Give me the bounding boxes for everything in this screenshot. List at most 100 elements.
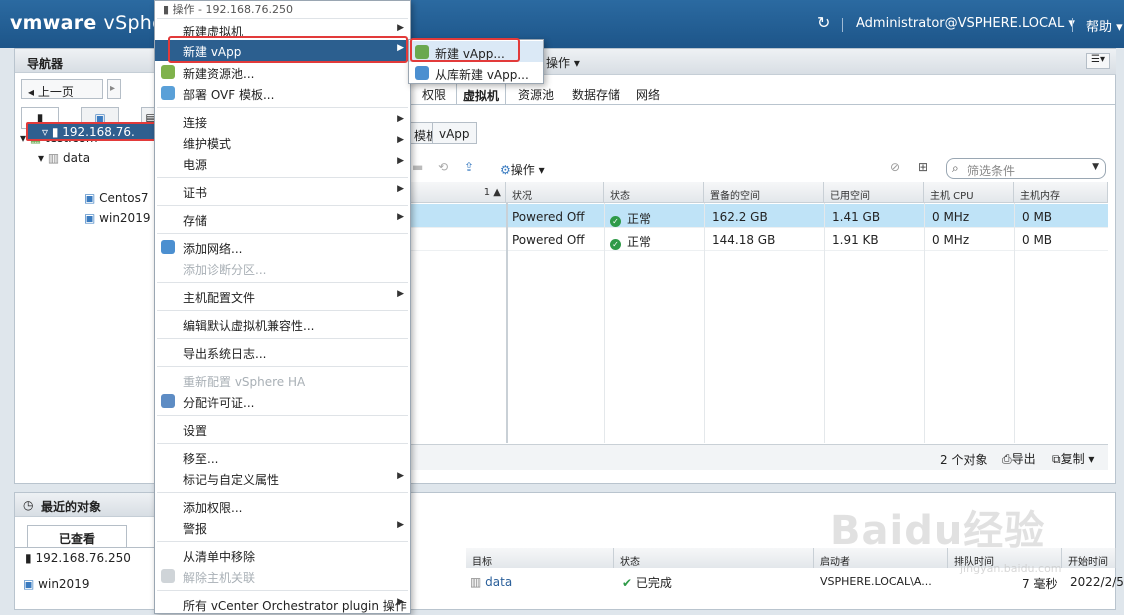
export-button[interactable]: ⎙导出 — [1002, 450, 1036, 467]
panel-menu-icon[interactable]: ☰▾ — [1086, 53, 1110, 69]
cell-cpu: 0 MHz — [932, 233, 970, 247]
disconnect-icon — [161, 569, 175, 583]
menu-alarms[interactable]: 警报 ▶ — [155, 517, 410, 538]
menu-add-diagnostic-partition[interactable]: 添加诊断分区... — [155, 258, 410, 279]
menu-tags-attributes[interactable]: 标记与自定义属性 ▶ — [155, 468, 410, 489]
menu-add-permission[interactable]: 添加权限... — [155, 496, 410, 517]
col-host-memory[interactable]: 主机内存 — [1014, 182, 1108, 203]
migrate-icon[interactable]: ⟲ — [438, 160, 448, 174]
tab-viewed[interactable]: 已查看 — [27, 525, 127, 547]
menu-power[interactable]: 电源 ▶ — [155, 153, 410, 174]
task-status: ✔ 已完成 — [622, 576, 672, 590]
menu-move-to[interactable]: 移至... — [155, 447, 410, 468]
cell-cpu: 0 MHz — [932, 210, 970, 224]
object-count: 2 个对象 — [940, 453, 988, 467]
col-task-status[interactable]: 状态 — [614, 548, 814, 568]
vm-icon: ▣ — [84, 211, 96, 225]
menu-export-logs[interactable]: 导出系统日志... — [155, 342, 410, 363]
copy-icon: ⧉ — [1052, 452, 1061, 466]
refresh-icon[interactable]: ↻ — [817, 13, 830, 32]
menu-host-profiles[interactable]: 主机配置文件 ▶ — [155, 286, 410, 307]
cell-status: ✓ 正常 — [604, 205, 651, 228]
menu-orchestrator-actions[interactable]: 所有 vCenter Orchestrator plugin 操作 ▶ — [155, 594, 410, 615]
col-start[interactable]: 开始时间 — [1062, 548, 1116, 568]
recent-item-host[interactable]: ▮ 192.168.76.250 — [25, 551, 131, 565]
divider — [15, 547, 158, 548]
tab-datastores[interactable]: 数据存储 — [566, 83, 626, 105]
chevron-right-icon: ▶ — [397, 184, 404, 194]
tree-item-selected-host[interactable]: ▿ ▮ 192.168.76. — [26, 122, 156, 141]
forward-button[interactable]: ▸ — [107, 79, 121, 99]
tab-resource-pools[interactable]: 资源池 — [512, 83, 560, 105]
col-name[interactable]: 1 ▲ — [408, 182, 506, 203]
menu-certificates[interactable]: 证书 ▶ — [155, 181, 410, 202]
menu-new-resource-pool[interactable]: 新建资源池... — [155, 62, 410, 83]
divider — [157, 541, 408, 542]
chevron-right-icon: ▶ — [397, 597, 404, 607]
divider — [1072, 18, 1073, 32]
col-used[interactable]: 已用空间 — [824, 182, 924, 203]
task-target[interactable]: ▥ data — [470, 575, 512, 589]
network-icon — [161, 240, 175, 254]
col-target[interactable]: 目标 — [466, 548, 614, 568]
cell-used: 1.41 GB — [832, 210, 881, 224]
menu-connection[interactable]: 连接 ▶ — [155, 111, 410, 132]
recent-item-vm[interactable]: ▣ win2019 — [23, 577, 89, 591]
user-menu[interactable]: Administrator@VSPHERE.LOCAL ▾ — [856, 16, 1075, 31]
cell-status: ✓ 正常 — [604, 228, 651, 251]
columns-icon[interactable]: ⊞ — [918, 160, 928, 174]
vm-icon: ▣ — [23, 577, 35, 591]
tree-item-win2019[interactable]: ▣ win2019 — [84, 211, 150, 225]
tab-networks[interactable]: 网络 — [630, 83, 666, 105]
actions-dropdown[interactable]: ⚙操作 ▾ — [500, 161, 545, 178]
col-host-cpu[interactable]: 主机 CPU — [924, 182, 1014, 203]
menu-reconfigure-ha[interactable]: 重新配置 vSphere HA — [155, 370, 410, 391]
task-queued: 7 毫秒 — [1022, 577, 1058, 591]
submenu-vapp-from-library[interactable]: 从库新建 vApp... — [409, 62, 543, 83]
divider — [157, 107, 408, 108]
menu-deploy-ovf[interactable]: 部署 OVF 模板... — [155, 83, 410, 104]
ovf-icon — [161, 86, 175, 100]
vm-icon: ▣ — [84, 191, 96, 205]
chevron-right-icon: ▶ — [397, 135, 404, 145]
menu-add-network[interactable]: 添加网络... — [155, 237, 410, 258]
menu-disconnect-host[interactable]: 解除主机关联 — [155, 566, 410, 587]
menu-settings[interactable]: 设置 — [155, 419, 410, 440]
chevron-down-icon: ▼ — [1092, 162, 1099, 172]
col-provisioned[interactable]: 置备的空间 — [704, 182, 824, 203]
divider — [157, 443, 408, 444]
watermark: Baidu经验 — [830, 508, 1046, 554]
menu-maintenance[interactable]: 维护模式 ▶ — [155, 132, 410, 153]
tree-item-centos7[interactable]: ▣ Centos7 — [84, 191, 148, 205]
divider — [157, 205, 408, 206]
tree-item-data[interactable]: ▾ ▥ data — [38, 151, 90, 165]
tab-permissions[interactable]: 权限 — [416, 83, 452, 105]
divider — [1014, 203, 1015, 443]
back-button[interactable]: ◂ 上一页 — [21, 79, 103, 99]
chevron-right-icon: ▶ — [397, 471, 404, 481]
export-icon: ⎙ — [1002, 452, 1012, 466]
tab-vms[interactable]: 虚拟机 — [456, 83, 507, 105]
col-condition[interactable]: 状况 — [506, 182, 604, 203]
console-icon[interactable]: ▬ — [412, 160, 423, 174]
host-icon: ▮ — [51, 125, 59, 139]
check-icon: ✓ — [610, 239, 621, 250]
menu-remove-inventory[interactable]: 从清单中移除 — [155, 545, 410, 566]
subtab-vapp[interactable]: vApp — [432, 122, 477, 144]
divider — [157, 233, 408, 234]
help-menu[interactable]: 帮助 ▾ — [1086, 16, 1123, 35]
copy-button[interactable]: ⧉复制 ▾ — [1052, 450, 1094, 467]
table-footer: 2 个对象 ⎙导出 ⧉复制 ▾ — [408, 444, 1108, 470]
filter-input[interactable]: ⌕ 筛选条件 ▼ — [946, 158, 1106, 179]
menu-edit-vm-compat[interactable]: 编辑默认虚拟机兼容性... — [155, 314, 410, 335]
clear-filter-icon[interactable]: ⊘ — [890, 160, 900, 174]
col-status[interactable]: 状态 — [604, 182, 704, 203]
recent-objects-panel: 最近的对象 ◷ 已查看 ▮ 192.168.76.250 ▣ win2019 — [14, 492, 159, 610]
datacenter-icon: ▥ — [470, 575, 482, 589]
search-icon: ⌕ — [952, 161, 959, 175]
divider — [157, 415, 408, 416]
header-actions-menu[interactable]: 操作 ▾ — [546, 54, 580, 71]
snapshot-icon[interactable]: ⇪ — [464, 160, 474, 174]
menu-assign-license[interactable]: 分配许可证... — [155, 391, 410, 412]
menu-storage[interactable]: 存储 ▶ — [155, 209, 410, 230]
